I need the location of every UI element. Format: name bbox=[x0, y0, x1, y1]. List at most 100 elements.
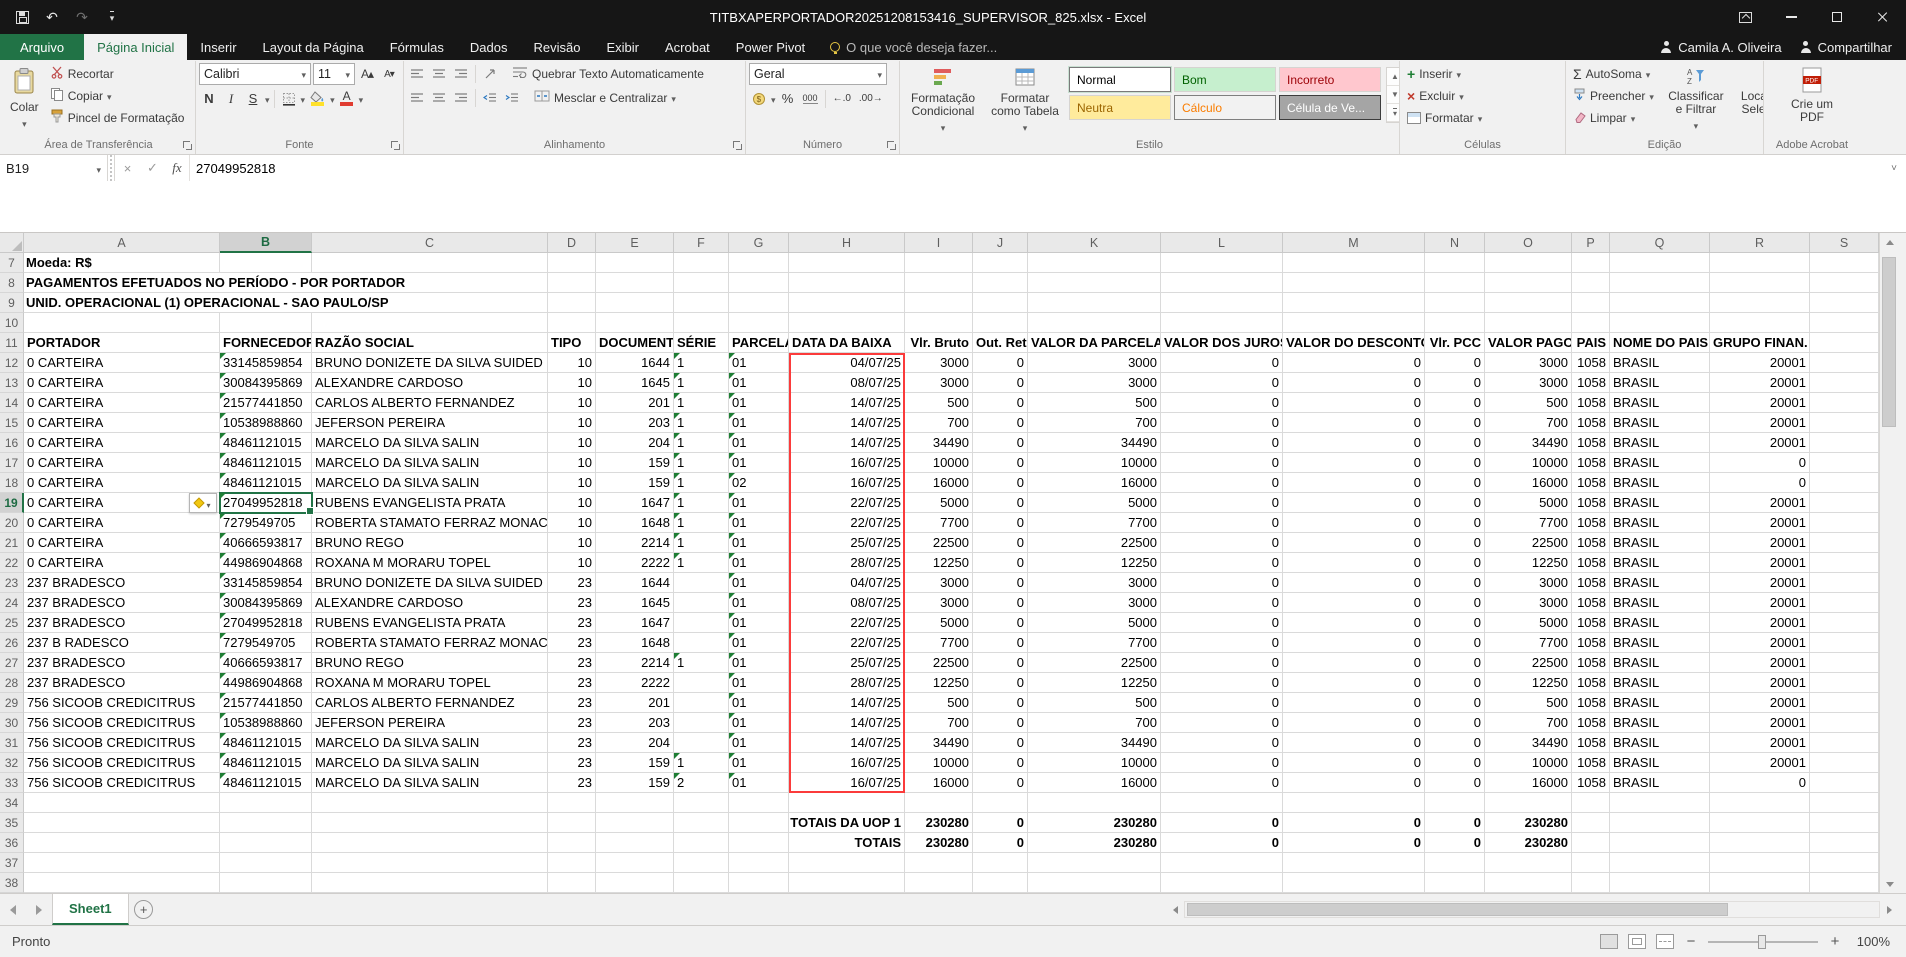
cell-I23[interactable]: 3000 bbox=[905, 573, 973, 593]
cell-H20[interactable]: 22/07/25 bbox=[789, 513, 905, 533]
cell-P25[interactable]: 1058 bbox=[1572, 613, 1610, 633]
increase-font-size-icon[interactable] bbox=[357, 64, 377, 85]
cell-H22[interactable]: 28/07/25 bbox=[789, 553, 905, 573]
cell-S14[interactable] bbox=[1810, 393, 1879, 413]
cell-S21[interactable] bbox=[1810, 533, 1879, 553]
increase-decimal-icon[interactable] bbox=[830, 88, 854, 109]
cell-Q36[interactable] bbox=[1610, 833, 1710, 853]
cell-J35[interactable]: 0 bbox=[973, 813, 1028, 833]
cell-J8[interactable] bbox=[973, 273, 1028, 293]
cell-E35[interactable] bbox=[596, 813, 674, 833]
tab-layout-da-pagina[interactable]: Layout da Página bbox=[250, 34, 377, 60]
increase-indent-icon[interactable] bbox=[502, 87, 522, 108]
cell-E17[interactable]: 159 bbox=[596, 453, 674, 473]
cut-button[interactable]: Recortar bbox=[46, 63, 189, 84]
cell-P38[interactable] bbox=[1572, 873, 1610, 893]
cell-C21[interactable]: BRUNO REGO bbox=[312, 533, 548, 553]
cell-R30[interactable]: 20001 bbox=[1710, 713, 1810, 733]
format-painter-button[interactable]: Pincel de Formatação bbox=[46, 107, 189, 128]
cell-S31[interactable] bbox=[1810, 733, 1879, 753]
cell-A34[interactable] bbox=[24, 793, 220, 813]
cell-S25[interactable] bbox=[1810, 613, 1879, 633]
cell-L38[interactable] bbox=[1161, 873, 1283, 893]
tab-pagina-inicial[interactable]: Página Inicial bbox=[84, 34, 187, 60]
cell-M9[interactable] bbox=[1283, 293, 1425, 313]
cell-C12[interactable]: BRUNO DONIZETE DA SILVA SUIDED bbox=[312, 353, 548, 373]
cell-O9[interactable] bbox=[1485, 293, 1572, 313]
row-header-32[interactable]: 32 bbox=[0, 753, 24, 773]
cell-O25[interactable]: 5000 bbox=[1485, 613, 1572, 633]
cell-O15[interactable]: 700 bbox=[1485, 413, 1572, 433]
cell-O37[interactable] bbox=[1485, 853, 1572, 873]
cell-R28[interactable]: 20001 bbox=[1710, 673, 1810, 693]
cell-O35[interactable]: 230280 bbox=[1485, 813, 1572, 833]
cell-Q23[interactable]: BRASIL bbox=[1610, 573, 1710, 593]
new-sheet-button[interactable] bbox=[129, 894, 159, 925]
cell-F11[interactable]: SÉRIE bbox=[674, 333, 729, 353]
cell-C38[interactable] bbox=[312, 873, 548, 893]
cell-D10[interactable] bbox=[548, 313, 596, 333]
zoom-slider[interactable] bbox=[1708, 941, 1818, 943]
cell-S38[interactable] bbox=[1810, 873, 1879, 893]
vertical-scroll-thumb[interactable] bbox=[1882, 257, 1896, 427]
wrap-text-button[interactable]: Quebrar Texto Automaticamente bbox=[508, 63, 708, 84]
column-header-S[interactable]: S bbox=[1810, 233, 1879, 253]
cell-D29[interactable]: 23 bbox=[548, 693, 596, 713]
cell-H36[interactable]: TOTAIS bbox=[789, 833, 905, 853]
cell-D17[interactable]: 10 bbox=[548, 453, 596, 473]
cell-B27[interactable]: 40666593817 bbox=[220, 653, 312, 673]
autosum-button[interactable]: AutoSoma bbox=[1569, 63, 1658, 84]
cell-I29[interactable]: 500 bbox=[905, 693, 973, 713]
cell-O7[interactable] bbox=[1485, 253, 1572, 273]
cell-J7[interactable] bbox=[973, 253, 1028, 273]
cell-K36[interactable]: 230280 bbox=[1028, 833, 1161, 853]
cell-O24[interactable]: 3000 bbox=[1485, 593, 1572, 613]
cell-K23[interactable]: 3000 bbox=[1028, 573, 1161, 593]
cell-B10[interactable] bbox=[220, 313, 312, 333]
cell-K7[interactable] bbox=[1028, 253, 1161, 273]
cell-G21[interactable]: 01 bbox=[729, 533, 789, 553]
cell-M31[interactable]: 0 bbox=[1283, 733, 1425, 753]
tab-acrobat[interactable]: Acrobat bbox=[652, 34, 723, 60]
align-center-icon[interactable] bbox=[429, 87, 449, 108]
cell-G13[interactable]: 01 bbox=[729, 373, 789, 393]
row-header-11[interactable]: 11 bbox=[0, 333, 24, 353]
vertical-scrollbar[interactable] bbox=[1879, 233, 1899, 893]
cell-B29[interactable]: 21577441850 bbox=[220, 693, 312, 713]
cell-B15[interactable]: 10538988860 bbox=[220, 413, 312, 433]
cell-D22[interactable]: 10 bbox=[548, 553, 596, 573]
cell-J13[interactable]: 0 bbox=[973, 373, 1028, 393]
cell-B13[interactable]: 30084395869 bbox=[220, 373, 312, 393]
cell-J21[interactable]: 0 bbox=[973, 533, 1028, 553]
cell-D7[interactable] bbox=[548, 253, 596, 273]
cell-E32[interactable]: 159 bbox=[596, 753, 674, 773]
cell-K26[interactable]: 7700 bbox=[1028, 633, 1161, 653]
cell-D37[interactable] bbox=[548, 853, 596, 873]
cell-M13[interactable]: 0 bbox=[1283, 373, 1425, 393]
cell-R7[interactable] bbox=[1710, 253, 1810, 273]
cell-J18[interactable]: 0 bbox=[973, 473, 1028, 493]
cell-B11[interactable]: FORNECEDOR bbox=[220, 333, 312, 353]
cell-P10[interactable] bbox=[1572, 313, 1610, 333]
cell-P14[interactable]: 1058 bbox=[1572, 393, 1610, 413]
cell-G26[interactable]: 01 bbox=[729, 633, 789, 653]
cell-N33[interactable]: 0 bbox=[1425, 773, 1485, 793]
cell-G29[interactable]: 01 bbox=[729, 693, 789, 713]
cell-E29[interactable]: 201 bbox=[596, 693, 674, 713]
cell-O36[interactable]: 230280 bbox=[1485, 833, 1572, 853]
cell-B24[interactable]: 30084395869 bbox=[220, 593, 312, 613]
cell-K34[interactable] bbox=[1028, 793, 1161, 813]
cell-G28[interactable]: 01 bbox=[729, 673, 789, 693]
row-header-10[interactable]: 10 bbox=[0, 313, 24, 333]
cell-N7[interactable] bbox=[1425, 253, 1485, 273]
cell-G32[interactable]: 01 bbox=[729, 753, 789, 773]
cell-H17[interactable]: 16/07/25 bbox=[789, 453, 905, 473]
scroll-right-icon[interactable] bbox=[1880, 901, 1898, 918]
cell-R13[interactable]: 20001 bbox=[1710, 373, 1810, 393]
cell-Q10[interactable] bbox=[1610, 313, 1710, 333]
cell-C18[interactable]: MARCELO DA SILVA SALIN bbox=[312, 473, 548, 493]
cell-D15[interactable]: 10 bbox=[548, 413, 596, 433]
cell-B14[interactable]: 21577441850 bbox=[220, 393, 312, 413]
cell-D8[interactable] bbox=[548, 273, 596, 293]
cell-K14[interactable]: 500 bbox=[1028, 393, 1161, 413]
